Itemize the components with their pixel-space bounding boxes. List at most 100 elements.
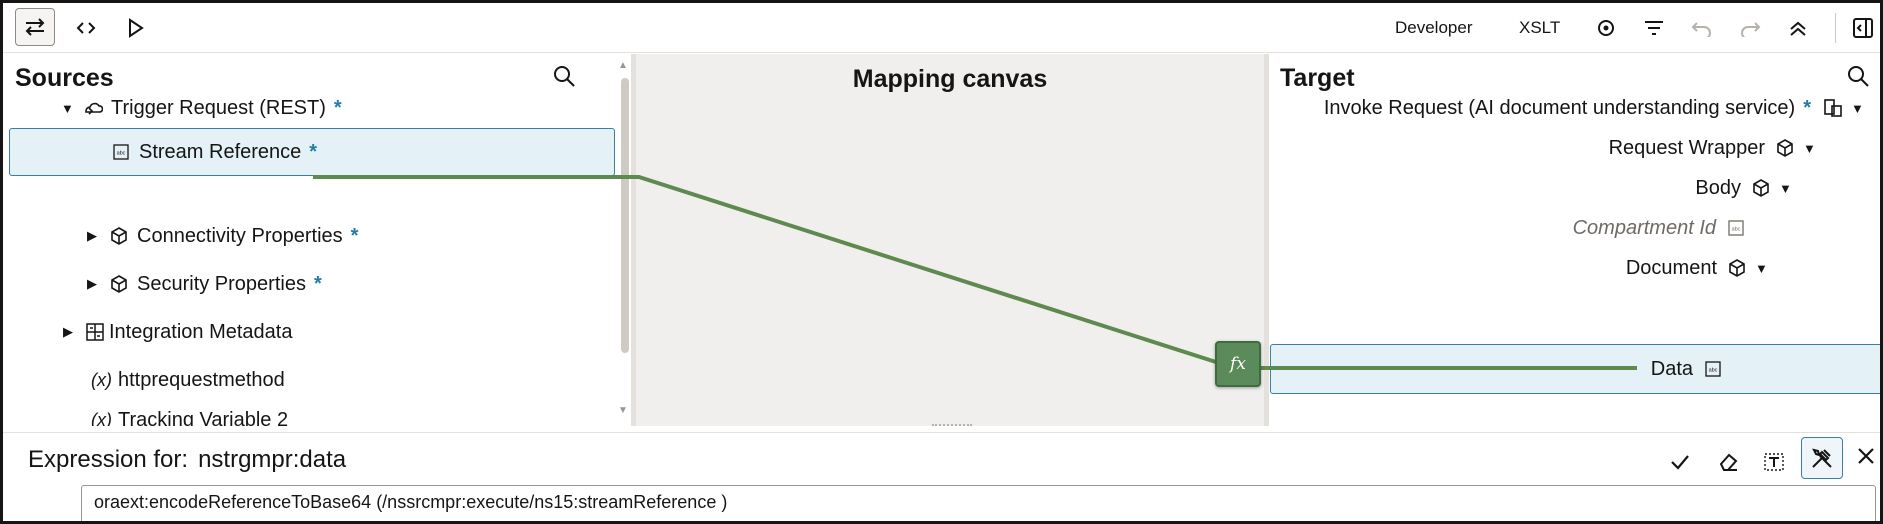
target-node-label: Data [1650, 357, 1693, 380]
required-marker: * [309, 140, 318, 163]
expression-label: Expression for: [28, 446, 189, 473]
clear-button[interactable] [1713, 447, 1743, 477]
string-field-icon: abc [111, 142, 131, 162]
expanded-caret-icon[interactable]: ▼ [1755, 261, 1769, 276]
complex-type-icon [1751, 178, 1771, 198]
metadata-icon [85, 322, 105, 342]
sources-panel: Sources ▼ Trigger Request (REST) * abc S… [3, 54, 618, 426]
string-field-icon: abc [1703, 359, 1723, 379]
text-format-icon [1764, 453, 1784, 471]
close-icon [1858, 448, 1874, 464]
required-marker: * [333, 96, 342, 119]
filter-button[interactable] [1639, 13, 1669, 43]
source-node-label: Integration Metadata [109, 320, 293, 343]
check-icon [1671, 455, 1689, 470]
string-field-icon: abc [1726, 218, 1746, 238]
mapping-canvas[interactable]: Mapping canvas [636, 54, 1264, 426]
expression-editor: Expression for: nstrgmpr:data oraext:enco… [3, 432, 1880, 521]
toolbar: Developer XSLT [3, 3, 1880, 53]
target-node-document[interactable]: Document ▼ [1626, 244, 1769, 292]
panel-toggle-icon [1853, 18, 1873, 38]
expanded-caret-icon[interactable]: ▼ [1779, 181, 1793, 196]
expression-target: nstrgmpr:data [198, 446, 347, 473]
apply-button[interactable] [1665, 447, 1695, 477]
variable-icon: (x) [91, 369, 112, 390]
code-icon [76, 22, 96, 34]
expression-input[interactable]: oraext:encodeReferenceToBase64 (/nssrcmp… [81, 485, 1876, 521]
swap-icon [25, 18, 45, 36]
undo-button[interactable] [1687, 13, 1717, 43]
collapsed-caret-icon[interactable]: ▶ [63, 324, 77, 340]
target-node-label: Request Wrapper [1608, 136, 1765, 159]
redo-icon [1741, 22, 1761, 37]
mapper-window: Developer XSLT Sources ▼ Trigger Request… [0, 0, 1883, 524]
rest-trigger-icon [83, 98, 103, 118]
required-marker: * [313, 272, 322, 295]
target-node-label: Body [1695, 176, 1741, 199]
source-node-security-properties[interactable]: ▶ Security Properties * [87, 260, 322, 308]
collapsed-caret-icon[interactable]: ▶ [87, 228, 101, 244]
target-node-label: Invoke Request (AI document understandin… [1323, 96, 1796, 119]
tools-icon [1812, 448, 1832, 468]
target-panel: Target Invoke Request (AI document under… [1269, 54, 1880, 426]
eraser-icon [1719, 453, 1738, 471]
test-button[interactable] [121, 13, 151, 43]
target-node-label: Document [1625, 256, 1717, 279]
invoke-service-icon [1823, 98, 1843, 118]
xslt-toggle[interactable]: XSLT [1519, 18, 1560, 38]
filter-icon [1645, 21, 1663, 35]
source-node-label: Connectivity Properties [137, 224, 343, 247]
scroll-down-arrow-icon[interactable]: ▼ [618, 405, 628, 416]
play-icon [129, 18, 144, 38]
collapsed-caret-icon[interactable]: ▶ [87, 276, 101, 292]
source-node-label: Stream Reference [139, 140, 302, 163]
text-mode-button[interactable] [1759, 447, 1789, 477]
function-node[interactable]: fx [1215, 341, 1261, 387]
svg-text:abc: abc [117, 151, 126, 157]
source-node-label: Security Properties [137, 272, 306, 295]
scroll-up-arrow-icon[interactable]: ▲ [618, 60, 628, 71]
view-options-button[interactable] [1591, 13, 1621, 43]
complex-type-icon [109, 274, 129, 294]
complex-type-icon [109, 226, 129, 246]
close-expression-button[interactable] [1853, 443, 1879, 469]
source-node-trigger-request[interactable]: ▼ Trigger Request (REST) * [61, 84, 342, 132]
required-marker: * [350, 224, 359, 247]
source-node-connectivity-properties[interactable]: ▶ Connectivity Properties * [87, 212, 358, 260]
toolbar-divider [1835, 13, 1836, 43]
canvas-title: Mapping canvas [852, 65, 1048, 93]
developer-tools-button[interactable] [1801, 437, 1843, 479]
function-node-label: fx [1230, 354, 1246, 374]
sources-scrollbar[interactable] [621, 78, 629, 353]
source-node-integration-metadata[interactable]: ▶ Integration Metadata [63, 308, 292, 356]
complex-type-icon [1727, 258, 1747, 278]
source-node-label: Trigger Request (REST) [111, 96, 326, 119]
eye-icon [1598, 20, 1614, 36]
target-node-label: Compartment Id [1572, 216, 1716, 239]
expanded-caret-icon[interactable]: ▼ [61, 101, 75, 116]
redo-button[interactable] [1735, 13, 1765, 43]
collapse-icon [1790, 21, 1806, 36]
undo-icon [1691, 22, 1711, 37]
canvas-resize-grip[interactable] [932, 424, 972, 427]
source-node-label: Tracking Variable 2 [118, 408, 289, 427]
source-node-stream-reference[interactable]: abc Stream Reference * [9, 128, 615, 176]
svg-text:abc: abc [1709, 368, 1718, 374]
expanded-caret-icon[interactable]: ▼ [1851, 101, 1865, 116]
source-node-tracking-variable[interactable]: (x) Tracking Variable 2 [91, 396, 289, 427]
required-marker: * [1803, 96, 1811, 119]
developer-toggle[interactable]: Developer [1395, 18, 1473, 38]
target-node-data[interactable]: Data abc [1270, 344, 1880, 394]
collapse-button[interactable] [1783, 13, 1813, 43]
complex-type-icon [1775, 138, 1795, 158]
toggle-panel-button[interactable] [1848, 13, 1878, 43]
expression-heading: Expression for: nstrgmpr:data [28, 446, 346, 474]
sources-search-button[interactable] [548, 60, 580, 92]
code-view-button[interactable] [71, 13, 101, 43]
swap-view-button[interactable] [15, 8, 55, 46]
expanded-caret-icon[interactable]: ▼ [1803, 141, 1817, 156]
source-node-label: httprequestmethod [118, 368, 285, 391]
svg-text:abc: abc [1732, 227, 1741, 233]
search-icon [554, 66, 575, 87]
variable-icon: (x) [91, 409, 112, 427]
